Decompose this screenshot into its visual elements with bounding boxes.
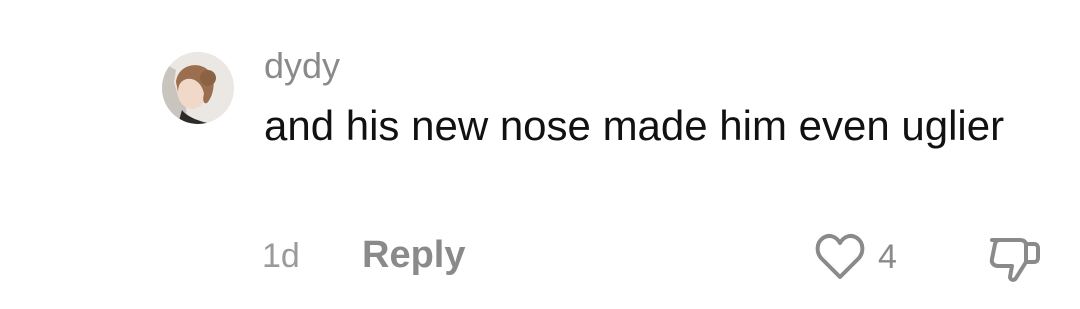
reply-button[interactable]: Reply — [362, 232, 465, 278]
heart-icon — [815, 233, 865, 279]
timestamp: 1d — [262, 237, 300, 275]
avatar[interactable] — [162, 52, 234, 124]
comment-item: dydy and his new nose made him even ugli… — [0, 0, 1080, 309]
username[interactable]: dydy — [264, 44, 340, 88]
avatar-image — [162, 52, 234, 124]
like-count: 4 — [878, 238, 897, 276]
dislike-button[interactable] — [988, 232, 1042, 284]
thumbs-down-icon — [989, 238, 1040, 282]
comment-text: and his new nose made him even uglier — [264, 102, 1005, 149]
like-button[interactable]: 4 — [814, 232, 897, 282]
